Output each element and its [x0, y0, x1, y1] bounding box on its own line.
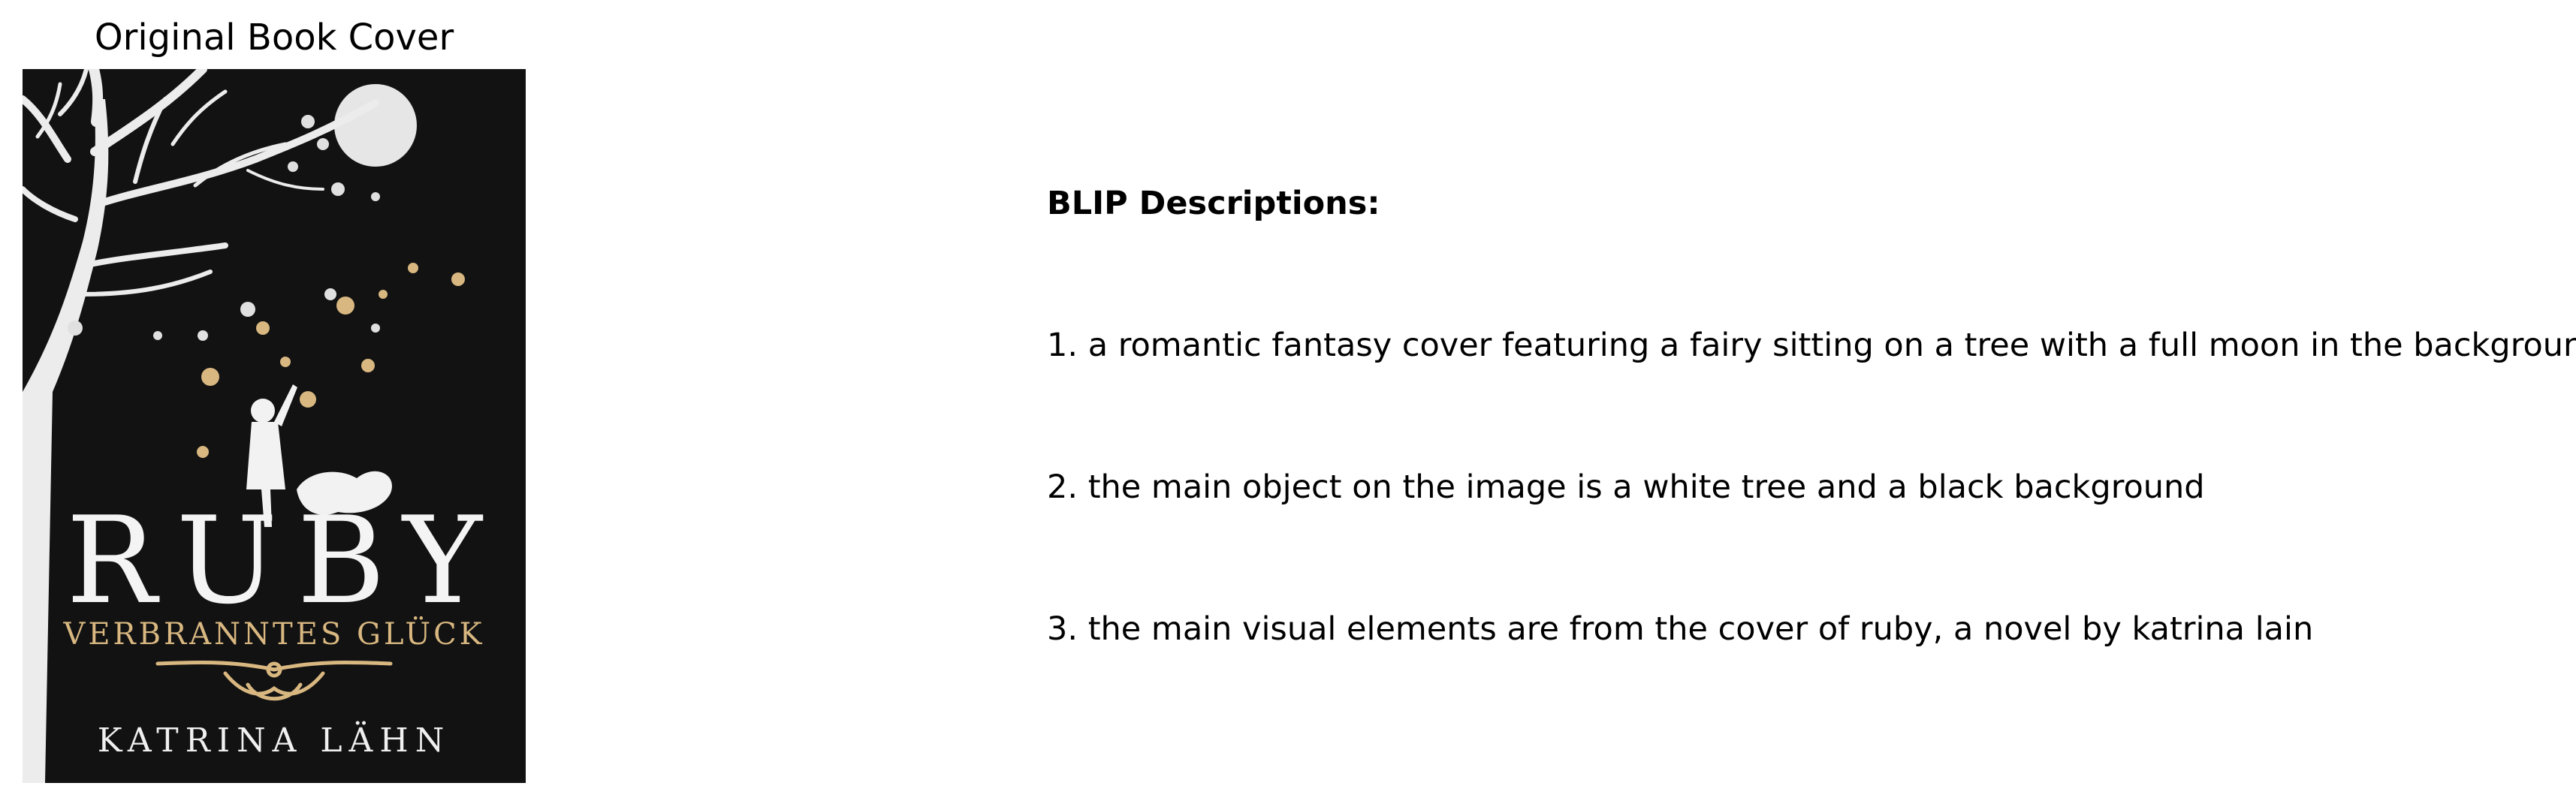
book-cover-illustration — [23, 69, 465, 783]
book-cover-image: RUBY VERBRANNTES GLÜCK KATRINA LÄHN — [23, 69, 526, 783]
description-item: 1. a romantic fantasy cover featuring a … — [1047, 327, 2576, 364]
cover-author: KATRINA LÄHN — [97, 721, 451, 760]
ornament-icon — [155, 660, 393, 701]
description-item: 2. the main object on the image is a whi… — [1047, 468, 2205, 506]
cover-subtitle: VERBRANNTES GLÜCK — [63, 617, 485, 652]
descriptions-panel: BLIP Descriptions: 1. a romantic fantasy… — [1047, 0, 2576, 804]
cover-title: RUBY — [66, 490, 502, 631]
descriptions-heading: BLIP Descriptions: — [1047, 185, 1380, 222]
moon-icon — [334, 84, 417, 167]
leaves-icon — [68, 115, 380, 341]
image-panel-title: Original Book Cover — [94, 17, 454, 59]
description-item: 3. the main visual elements are from the… — [1047, 610, 2314, 648]
